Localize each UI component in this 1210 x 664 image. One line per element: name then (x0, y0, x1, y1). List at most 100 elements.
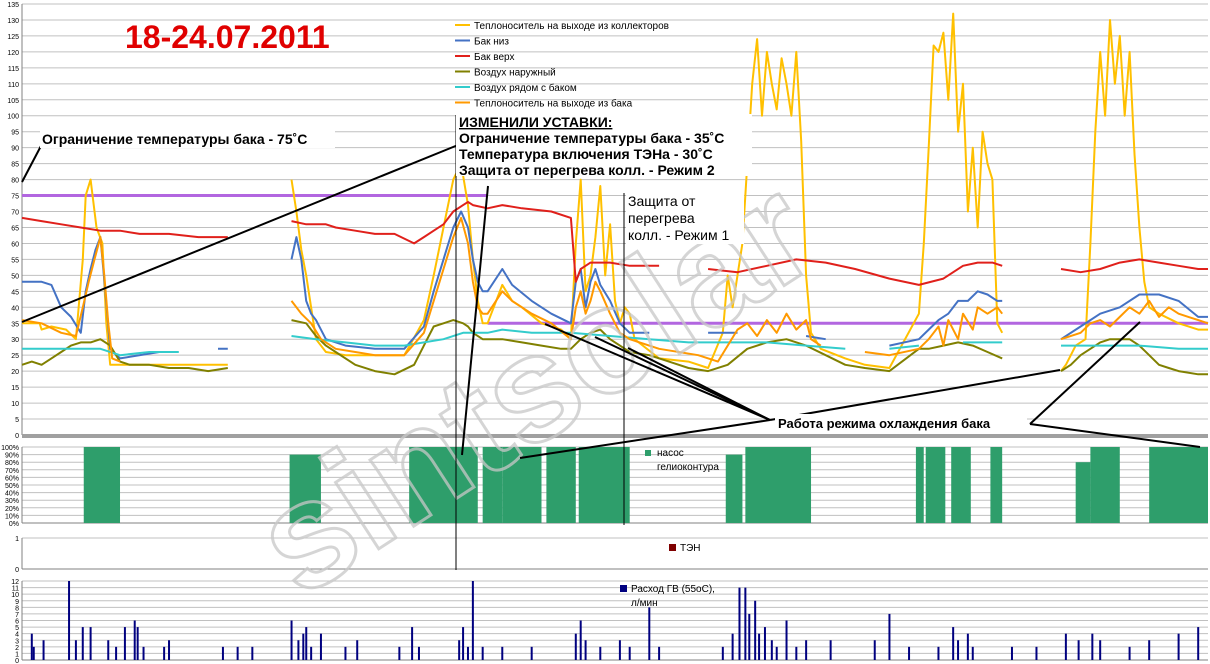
pump-bar (1149, 447, 1208, 523)
flow-panel: 0123456789101112 Расход ГВ (55оС), л/мин (11, 579, 1208, 664)
temperature-legend: Теплоноситель на выходе из коллекторов Ба… (455, 21, 669, 110)
temperature-tick-label: 40 (11, 305, 19, 312)
flow-tick-label: 0 (15, 658, 19, 664)
flow-legend-label: Расход ГВ (55оС), (631, 584, 715, 595)
legend-entry: Бак верх (474, 52, 515, 63)
flow-tick-label: 4 (15, 632, 19, 639)
pump-bar (1075, 462, 1091, 523)
annot-mode1-line1: Защита от (628, 193, 696, 209)
temperature-tick-label: 55 (11, 257, 19, 264)
temperature-tick-label: 20 (11, 369, 19, 376)
temperature-tick-label: 105 (7, 98, 19, 105)
ten-y-ticks: 01 (15, 536, 19, 574)
pump-tick-label: 30% (5, 498, 19, 505)
flow-tick-label: 6 (15, 619, 19, 626)
pump-bar (925, 447, 946, 523)
temperature-tick-label: 50 (11, 273, 19, 280)
temperature-tick-label: 115 (8, 66, 19, 73)
flow-tick-label: 12 (11, 579, 19, 586)
temperature-tick-label: 45 (11, 289, 19, 296)
temperature-tick-label: 125 (7, 34, 19, 41)
annot-changed: ИЗМЕНИЛИ УСТАВКИ: (459, 114, 612, 130)
pump-tick-label: 50% (5, 483, 19, 490)
ten-legend-label: ТЭН (680, 543, 701, 554)
temperature-tick-label: 60 (11, 241, 19, 248)
annot-mode1-line2: перегрева (628, 210, 695, 226)
pump-tick-label: 40% (5, 491, 19, 498)
temperature-tick-label: 90 (11, 146, 19, 153)
callout-limit75 (21, 143, 43, 183)
pump-bar (578, 447, 630, 523)
temperature-tick-label: 10 (11, 401, 19, 408)
flow-tick-label: 2 (15, 645, 19, 652)
temperature-tick-label: 5 (15, 417, 19, 424)
flow-gridlines (21, 580, 1208, 661)
pump-bar (915, 447, 924, 523)
pump-bar (951, 447, 971, 523)
legend-entry: Воздух наружный (474, 68, 556, 79)
ten-tick-label: 0 (15, 567, 19, 574)
flow-y-ticks: 0123456789101112 (11, 579, 19, 664)
pump-bar (1090, 447, 1120, 523)
flow-tick-label: 1 (15, 651, 19, 658)
pump-bar (745, 447, 812, 523)
pump-legend-label: насос (657, 448, 684, 459)
annot-ten-on: Температура включения ТЭНа - 30˚С (459, 146, 713, 162)
annot-mode2: Защита от перегрева колл. - Режим 2 (459, 162, 715, 178)
pump-tick-label: 70% (5, 468, 19, 475)
pump-tick-label: 60% (5, 475, 19, 482)
flow-tick-label: 11 (12, 586, 19, 593)
temperature-tick-label: 0 (15, 433, 19, 440)
ten-gridlines (21, 537, 1208, 570)
watermark-text: sintsolar (226, 145, 842, 626)
pump-legend-label-2: гелиоконтура (657, 462, 719, 473)
pump-bar (83, 447, 121, 523)
temperature-tick-label: 110 (8, 82, 19, 89)
temperature-tick-label: 100 (7, 114, 19, 121)
temperature-tick-label: 130 (7, 18, 19, 25)
ten-legend-swatch (669, 544, 676, 551)
pump-legend-swatch (645, 450, 651, 456)
pump-bar (990, 447, 1003, 523)
ten-panel: 01 ТЭН (15, 536, 1208, 574)
pump-tick-label: 90% (5, 453, 19, 460)
legend-entry: Бак низ (474, 37, 509, 48)
pump-tick-label: 80% (5, 460, 19, 467)
annot-cooling: Работа режима охлаждения бака (778, 416, 991, 431)
panel-separator (22, 434, 1208, 438)
flow-tick-label: 10 (11, 592, 19, 599)
annot-limit35: Ограничение температуры бака - 35˚С (459, 130, 724, 146)
temperature-tick-label: 85 (11, 162, 19, 169)
flow-tick-label: 8 (15, 605, 19, 612)
chart-figure: 0510152025303540455055606570758085909510… (1, 2, 1209, 664)
flow-legend-swatch (620, 585, 627, 592)
pump-y-ticks: 0%10%20%30%40%50%60%70%80%90%100% (1, 445, 19, 528)
pump-tick-label: 100% (1, 445, 19, 452)
temperature-tick-label: 25 (11, 353, 19, 360)
flow-tick-label: 5 (15, 625, 19, 632)
pump-panel: 0%10%20%30%40%50%60%70%80%90%100% насос … (1, 445, 1208, 528)
chart-title: 18-24.07.2011 (125, 19, 330, 55)
temperature-tick-label: 35 (11, 321, 19, 328)
temperature-tick-label: 65 (11, 225, 19, 232)
flow-tick-label: 9 (15, 599, 19, 606)
temperature-tick-label: 95 (11, 130, 19, 137)
temperature-tick-label: 30 (11, 337, 19, 344)
annot-limit75: Ограничение температуры бака - 75˚С (42, 131, 307, 147)
temperature-tick-label: 70 (11, 210, 19, 217)
flow-tick-label: 3 (15, 638, 19, 645)
temperature-tick-label: 135 (7, 2, 19, 9)
pump-tick-label: 0% (9, 521, 19, 528)
temperature-tick-label: 75 (11, 194, 19, 201)
temperature-tick-label: 15 (11, 385, 19, 392)
pump-tick-label: 10% (5, 513, 19, 520)
ten-tick-label: 1 (15, 536, 19, 543)
legend-entry: Воздух рядом с баком (474, 82, 577, 94)
pump-bar (725, 454, 743, 523)
annot-mode1-line3: колл. - Режим 1 (628, 227, 729, 243)
pump-tick-label: 20% (5, 506, 19, 513)
temperature-tick-label: 120 (7, 50, 19, 57)
temperature-y-ticks: 0 5 10 15 20 25 30 35 40 45 50 55 60 65 70 75 80 85 90 95 10… (7, 2, 19, 440)
temperature-tick-label: 80 (11, 178, 19, 185)
legend-entry: Теплоноситель на выходе из бака (474, 98, 633, 110)
